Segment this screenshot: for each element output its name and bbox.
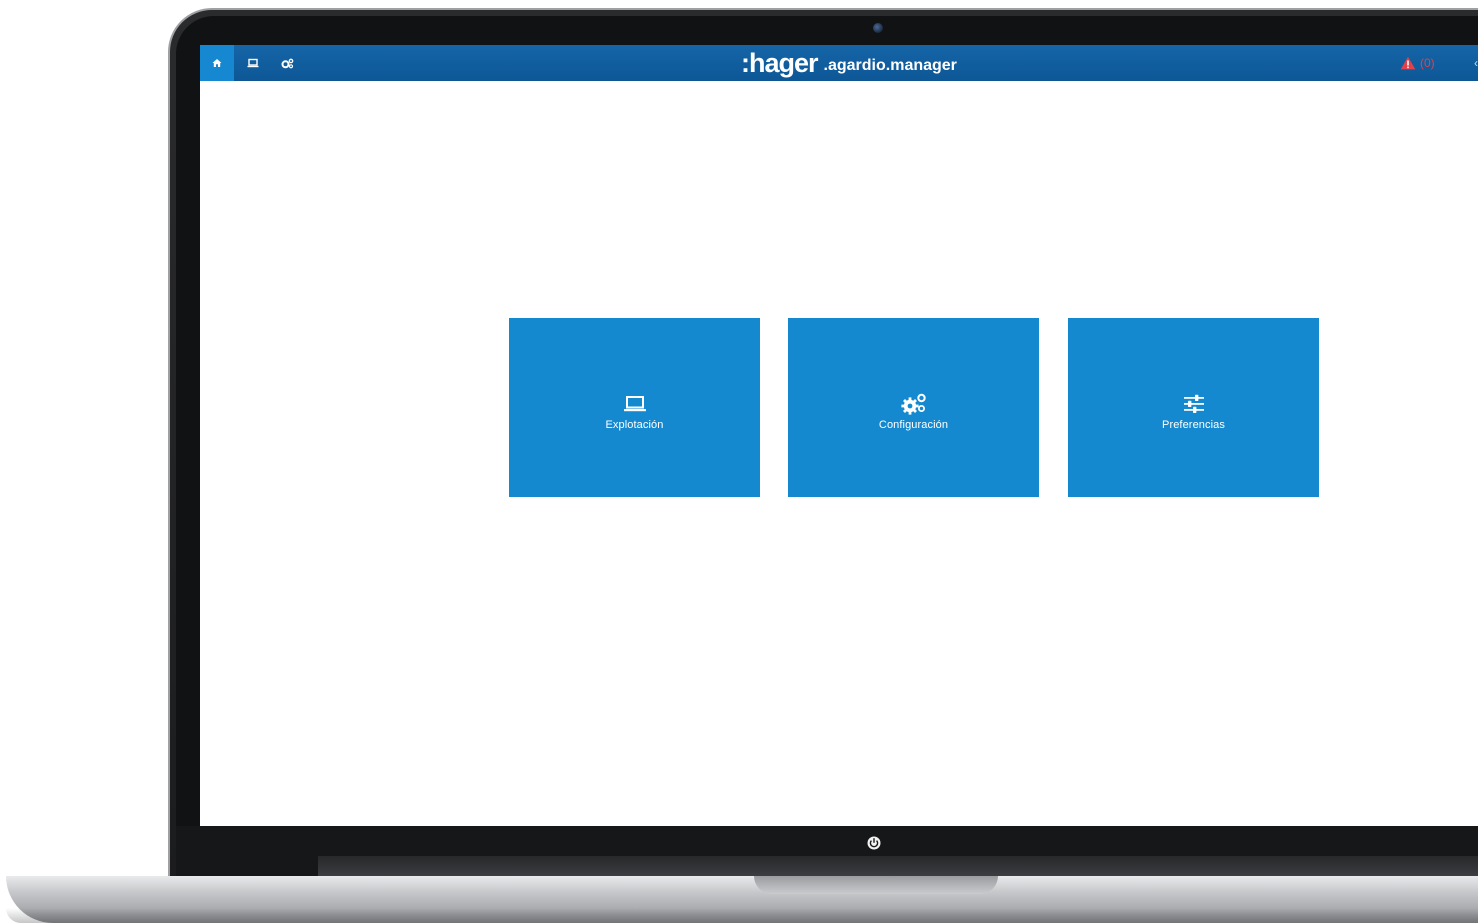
tile-label: Configuración (878, 418, 949, 431)
tile-configuracion[interactable]: Configuración (788, 318, 1039, 497)
brand-name: :hager (741, 48, 819, 78)
brand-product: .agardio.manager (823, 57, 957, 74)
laptop-icon (622, 391, 648, 417)
laptop-icon (247, 58, 259, 68)
brand-logo: :hager .agardio.manager (741, 45, 957, 81)
power-icon (867, 836, 881, 850)
laptop-mockup: :hager .agardio.manager (0) ‹ Explotació… (0, 0, 1478, 923)
warning-triangle-icon (1400, 56, 1416, 70)
app-screen: :hager .agardio.manager (0) ‹ Explotació… (200, 45, 1478, 826)
alerts-indicator[interactable]: (0) (1400, 45, 1435, 81)
laptop-base-shadow (6, 908, 1478, 923)
tile-preferencias[interactable]: Preferencias (1068, 318, 1319, 497)
alert-count: (0) (1420, 56, 1435, 70)
laptop-hinge (318, 856, 1478, 876)
home-icon (212, 59, 222, 67)
gears-icon (900, 391, 927, 417)
nav-explotacion-button[interactable] (236, 45, 270, 81)
laptop-notch (754, 876, 998, 894)
tile-label: Preferencias (1162, 418, 1225, 431)
app-header: :hager .agardio.manager (0) ‹ (200, 45, 1478, 81)
gears-icon (281, 58, 293, 68)
camera-icon (873, 23, 883, 33)
chevron-left-icon[interactable]: ‹ (1474, 57, 1478, 69)
tile-label: Explotación (605, 418, 664, 431)
nav-configuracion-button[interactable] (270, 45, 304, 81)
tile-explotacion[interactable]: Explotación (509, 318, 760, 497)
nav-home-button[interactable] (200, 45, 234, 81)
sliders-icon (1181, 391, 1207, 417)
